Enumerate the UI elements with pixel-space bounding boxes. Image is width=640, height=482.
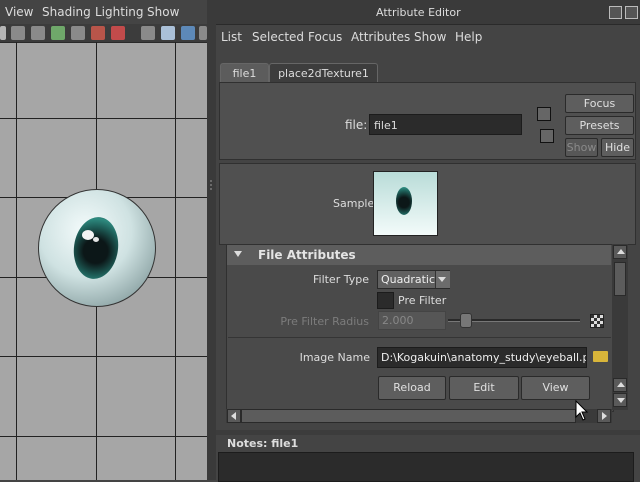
camera-icon[interactable] (0, 26, 6, 40)
splitter-grip (210, 184, 212, 186)
slider-handle[interactable] (460, 313, 472, 328)
collapse-arrow-icon[interactable] (234, 251, 242, 257)
pre-filter-label: Pre Filter (398, 294, 447, 307)
sample-label: Sample (333, 197, 375, 210)
image-name-field[interactable]: D:\Kogakuin\anatomy_study\eyeball.png (377, 347, 587, 368)
show-button[interactable]: Show (565, 138, 598, 157)
maximize-icon[interactable] (609, 6, 622, 19)
grid-toggle-icon[interactable] (91, 26, 105, 40)
viewport-menu-shading[interactable]: Shading (42, 5, 91, 19)
viewport-menu-lighting[interactable]: Lighting (95, 5, 144, 19)
node-output-icon[interactable] (540, 129, 554, 143)
grid-line (0, 356, 207, 357)
vertical-scrollbar-thumb[interactable] (614, 262, 626, 296)
texture-icon[interactable] (161, 26, 175, 40)
smooth-shade-icon[interactable] (141, 26, 155, 40)
eyeball-highlight (93, 237, 99, 242)
section-divider (228, 337, 611, 338)
bookmark-icon[interactable] (31, 26, 45, 40)
grid-line (175, 42, 176, 480)
pre-filter-radius-label: Pre Filter Radius (280, 315, 369, 328)
splitter-grip (210, 180, 212, 182)
wireframe-icon[interactable] (71, 26, 85, 40)
ae-menu-focus[interactable]: Focus (308, 30, 342, 44)
viewport-menu-view[interactable]: View (5, 5, 33, 19)
grid-line (16, 42, 17, 480)
mouse-cursor-icon (575, 400, 589, 421)
view-button[interactable]: View (521, 376, 590, 400)
close-icon[interactable] (625, 6, 638, 19)
focus-button[interactable]: Focus (565, 94, 634, 113)
file-attributes-title: File Attributes (258, 248, 356, 262)
attribute-editor-title: Attribute Editor (376, 6, 461, 19)
chevron-down-icon (438, 277, 446, 282)
chevron-left-icon (231, 412, 236, 420)
chevron-up-icon (617, 382, 625, 387)
splitter-grip (210, 188, 212, 190)
ae-menu-help[interactable]: Help (455, 30, 482, 44)
tab-place2dtexture1[interactable]: place2dTexture1 (269, 63, 378, 84)
presets-button[interactable]: Presets (565, 116, 634, 135)
sample-swatch-iris (396, 187, 412, 215)
chevron-right-icon (602, 412, 607, 420)
notes-textarea[interactable] (218, 452, 634, 482)
ae-menu-attributes[interactable]: Attributes (351, 30, 410, 44)
reload-button[interactable]: Reload (378, 376, 446, 400)
folder-icon[interactable] (593, 351, 608, 362)
chevron-down-icon (617, 398, 625, 403)
ae-menu-selected[interactable]: Selected (252, 30, 304, 44)
node-name-label: file: (345, 118, 368, 132)
lighting-icon[interactable] (111, 26, 125, 40)
checker-icon[interactable] (590, 314, 604, 328)
pre-filter-radius-field[interactable]: 2.000 (378, 311, 446, 330)
horizontal-scrollbar-thumb[interactable] (241, 409, 576, 423)
notes-splitter[interactable] (216, 430, 640, 435)
tab-file1[interactable]: file1 (220, 63, 269, 84)
notes-label: Notes: file1 (227, 437, 299, 450)
ae-menu-show[interactable]: Show (414, 30, 446, 44)
edit-button[interactable]: Edit (449, 376, 519, 400)
hide-button[interactable]: Hide (601, 138, 634, 157)
xray-icon[interactable] (199, 26, 207, 40)
grid-line (0, 118, 207, 119)
filter-type-label: Filter Type (312, 273, 369, 286)
image-plane-icon[interactable] (51, 26, 65, 40)
image-name-label: Image Name (299, 351, 370, 364)
node-input-icon[interactable] (537, 107, 551, 121)
select-camera-icon[interactable] (11, 26, 25, 40)
grid-line (0, 436, 207, 437)
pre-filter-checkbox[interactable] (377, 292, 394, 309)
viewport-menu-show[interactable]: Show (147, 5, 179, 19)
chevron-up-icon (617, 249, 625, 254)
isolate-icon[interactable] (181, 26, 195, 40)
panel-splitter[interactable] (207, 0, 216, 480)
node-name-field[interactable]: file1 (369, 114, 522, 135)
ae-menu-list[interactable]: List (221, 30, 242, 44)
